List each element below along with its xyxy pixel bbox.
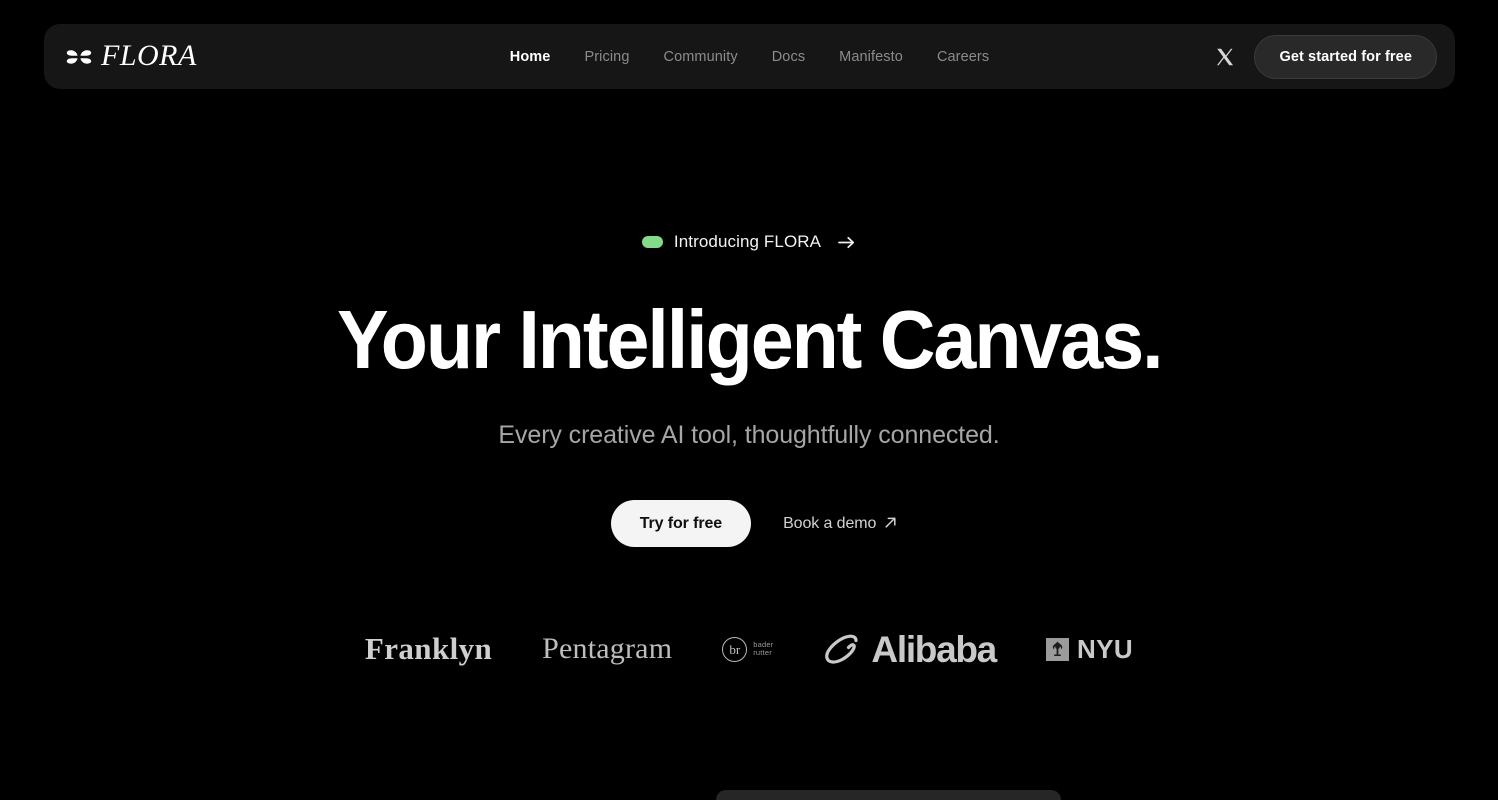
try-for-free-button[interactable]: Try for free [610, 500, 752, 547]
hero-subtitle: Every creative AI tool, thoughtfully con… [498, 421, 1000, 449]
bader-rutter-wordmark: bader rutter [753, 640, 773, 658]
logo-alibaba: Alibaba [823, 627, 997, 671]
logo-franklyn-label: Franklyn [364, 631, 493, 666]
book-a-demo-label: Book a demo [783, 514, 877, 532]
nyu-lockup: NYU [1045, 634, 1134, 664]
logo-pentagram-label: Pentagram [542, 632, 673, 665]
page-title: Your Intelligent Canvas. [336, 293, 1164, 386]
get-started-button[interactable]: Get started for free [1254, 34, 1437, 79]
hero-section: Introducing FLORA Your Intelligent Canva… [0, 0, 1498, 800]
arrow-right-icon [838, 236, 855, 248]
logo-nyu: NYU [1045, 627, 1134, 671]
bader-rutter-line2: rutter [753, 648, 772, 657]
arrow-up-right-icon [885, 517, 896, 528]
hero-cta-row: Try for free Book a demo [601, 500, 898, 547]
announcement-banner[interactable]: Introducing FLORA [641, 232, 856, 252]
logo-franklyn: Franklyn [365, 627, 492, 671]
nyu-wordmark: NYU [1076, 634, 1134, 664]
alibaba-lockup: Alibaba [823, 628, 997, 670]
header-actions: Get started for free [1216, 34, 1437, 79]
logo-pentagram: Pentagram [542, 627, 672, 671]
logo-bader-rutter: br bader rutter [722, 627, 773, 671]
announcement-label: Introducing FLORA [673, 232, 822, 251]
alibaba-swirl-icon [825, 634, 859, 664]
nyu-torch-icon [1052, 641, 1063, 656]
green-pill-icon [641, 236, 663, 248]
book-a-demo-link[interactable]: Book a demo [783, 515, 897, 533]
nyu-torch-badge [1045, 637, 1069, 661]
bader-rutter-monogram-icon: br [722, 636, 748, 662]
x-twitter-icon[interactable] [1216, 48, 1234, 66]
bottom-preview-panel [716, 790, 1061, 800]
customer-logo-strip: Franklyn Pentagram br bader rutter Aliba… [365, 627, 1133, 671]
bader-rutter-lockup: br bader rutter [722, 636, 773, 662]
alibaba-wordmark: Alibaba [871, 628, 997, 670]
